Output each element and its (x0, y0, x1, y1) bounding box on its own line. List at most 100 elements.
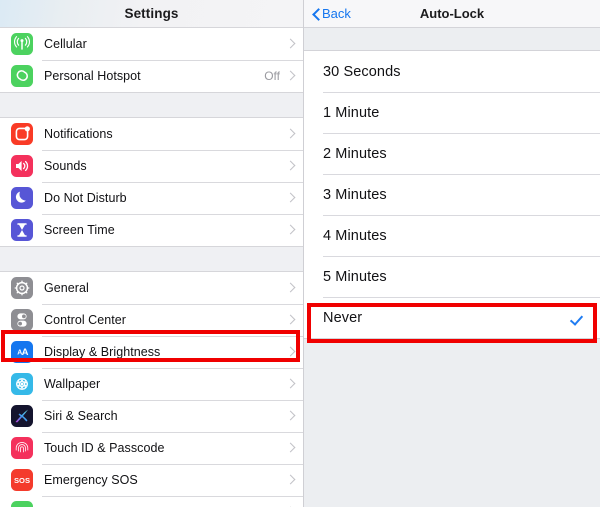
auto-lock-option-30-seconds[interactable]: 30 Seconds (304, 51, 600, 92)
row-accessory (287, 282, 303, 294)
row-accessory (287, 128, 303, 140)
chevron-right-icon (287, 224, 294, 236)
settings-scroll-area[interactable]: Cellular Personal Hotspot Off Notificati… (0, 27, 303, 507)
row-accessory (287, 314, 303, 326)
control-center-icon (11, 309, 33, 331)
settings-group-system-alerts: Notifications Sounds Do Not Disturb Scre… (0, 117, 303, 247)
chevron-right-icon (287, 314, 294, 326)
sidebar-item-label: Personal Hotspot (44, 69, 141, 83)
row-accessory (287, 224, 303, 236)
row-value: Off (264, 69, 280, 83)
row-accessory (287, 474, 303, 486)
notifications-icon (11, 123, 33, 145)
auto-lock-option-3-minutes[interactable]: 3 Minutes (304, 174, 600, 215)
auto-lock-option-4-minutes[interactable]: 4 Minutes (304, 215, 600, 256)
sidebar-item-label: Sounds (44, 159, 87, 173)
sidebar-item-emergency-sos[interactable]: SOS Emergency SOS (0, 464, 303, 496)
settings-header: Settings (0, 0, 303, 27)
svg-text:A: A (22, 347, 29, 358)
sidebar-item-control-center[interactable]: Control Center (0, 304, 303, 336)
auto-lock-option-2-minutes[interactable]: 2 Minutes (304, 133, 600, 174)
chevron-right-icon (287, 378, 294, 390)
sidebar-item-do-not-disturb[interactable]: Do Not Disturb (0, 182, 303, 214)
sidebar-item-sounds[interactable]: Sounds (0, 150, 303, 182)
option-label: 2 Minutes (323, 145, 387, 162)
option-label: 1 Minute (323, 104, 380, 121)
sidebar-item-notifications[interactable]: Notifications (0, 118, 303, 150)
cellular-icon (11, 33, 33, 55)
chevron-right-icon (287, 70, 294, 82)
auto-lock-option-5-minutes[interactable]: 5 Minutes (304, 256, 600, 297)
touch-id-passcode-icon (11, 437, 33, 459)
settings-group-device: General Control Center A A Display & Bri… (0, 271, 303, 507)
wallpaper-icon (11, 373, 33, 395)
settings-group-connectivity: Cellular Personal Hotspot Off (0, 27, 303, 93)
group-separator (0, 93, 303, 117)
sidebar-item-personal-hotspot[interactable]: Personal Hotspot Off (0, 60, 303, 92)
settings-pane: Settings Cellular Personal Hotspot Off N… (0, 0, 303, 507)
checkmark-icon (572, 188, 586, 202)
auto-lock-option-never[interactable]: Never (304, 297, 600, 338)
row-accessory (287, 192, 303, 204)
sidebar-item-general[interactable]: General (0, 272, 303, 304)
sidebar-item-label: Touch ID & Passcode (44, 441, 165, 455)
sidebar-item-label: Control Center (44, 313, 126, 327)
sidebar-item-label: Do Not Disturb (44, 191, 127, 205)
row-accessory (280, 38, 303, 50)
sidebar-item-wallpaper[interactable]: Wallpaper (0, 368, 303, 400)
chevron-right-icon (287, 38, 294, 50)
row-accessory: Off (264, 69, 303, 83)
option-label: Never (323, 309, 363, 326)
header-spacer (304, 28, 600, 50)
sidebar-item-battery[interactable]: Battery (0, 496, 303, 507)
sidebar-item-touch-id-passcode[interactable]: Touch ID & Passcode (0, 432, 303, 464)
chevron-right-icon (287, 442, 294, 454)
sidebar-item-label: Screen Time (44, 223, 115, 237)
option-label: 5 Minutes (323, 268, 387, 285)
personal-hotspot-icon (11, 65, 33, 87)
option-label: 3 Minutes (323, 186, 387, 203)
auto-lock-options-list: 30 Seconds 1 Minute 2 Minutes 3 Minutes … (304, 50, 600, 339)
do-not-disturb-icon (11, 187, 33, 209)
chevron-right-icon (287, 128, 294, 140)
sidebar-item-label: General (44, 281, 89, 295)
sidebar-item-label: Cellular (44, 37, 87, 51)
sidebar-item-label: Notifications (44, 127, 113, 141)
chevron-right-icon (287, 346, 294, 358)
battery-icon (11, 501, 33, 507)
row-accessory (287, 378, 303, 390)
display-brightness-icon: A A (11, 341, 33, 363)
chevron-right-icon (287, 192, 294, 204)
sidebar-item-screen-time[interactable]: Screen Time (0, 214, 303, 246)
row-accessory (287, 410, 303, 422)
emergency-sos-icon: SOS (11, 469, 33, 491)
sidebar-item-label: Emergency SOS (44, 473, 138, 487)
checkmark-icon (572, 106, 586, 120)
page-title: Settings (124, 6, 179, 21)
auto-lock-header: Back Auto-Lock (304, 0, 600, 28)
row-accessory (287, 442, 303, 454)
sidebar-item-label: Siri & Search (44, 409, 118, 423)
row-accessory (287, 160, 303, 172)
sidebar-item-siri-search[interactable]: Siri & Search (0, 400, 303, 432)
svg-text:SOS: SOS (14, 476, 30, 485)
group-separator (0, 247, 303, 271)
chevron-right-icon (287, 474, 294, 486)
sidebar-item-label: Display & Brightness (44, 345, 161, 359)
row-accessory (287, 346, 303, 358)
chevron-right-icon (287, 160, 294, 172)
checkmark-icon (572, 65, 586, 79)
sidebar-item-cellular[interactable]: Cellular (0, 28, 303, 60)
sounds-icon (11, 155, 33, 177)
chevron-right-icon (287, 282, 294, 294)
option-label: 30 Seconds (323, 63, 401, 80)
auto-lock-pane: Back Auto-Lock 30 Seconds 1 Minute 2 Min… (303, 0, 600, 507)
ios-settings-split-screenshot: Settings Cellular Personal Hotspot Off N… (0, 0, 600, 507)
checkmark-icon (572, 270, 586, 284)
checkmark-icon (572, 311, 586, 325)
siri-search-icon (11, 405, 33, 427)
screen-time-icon (11, 219, 33, 241)
checkmark-icon (572, 147, 586, 161)
auto-lock-option-1-minute[interactable]: 1 Minute (304, 92, 600, 133)
sidebar-item-display-brightness[interactable]: A A Display & Brightness (0, 336, 303, 368)
